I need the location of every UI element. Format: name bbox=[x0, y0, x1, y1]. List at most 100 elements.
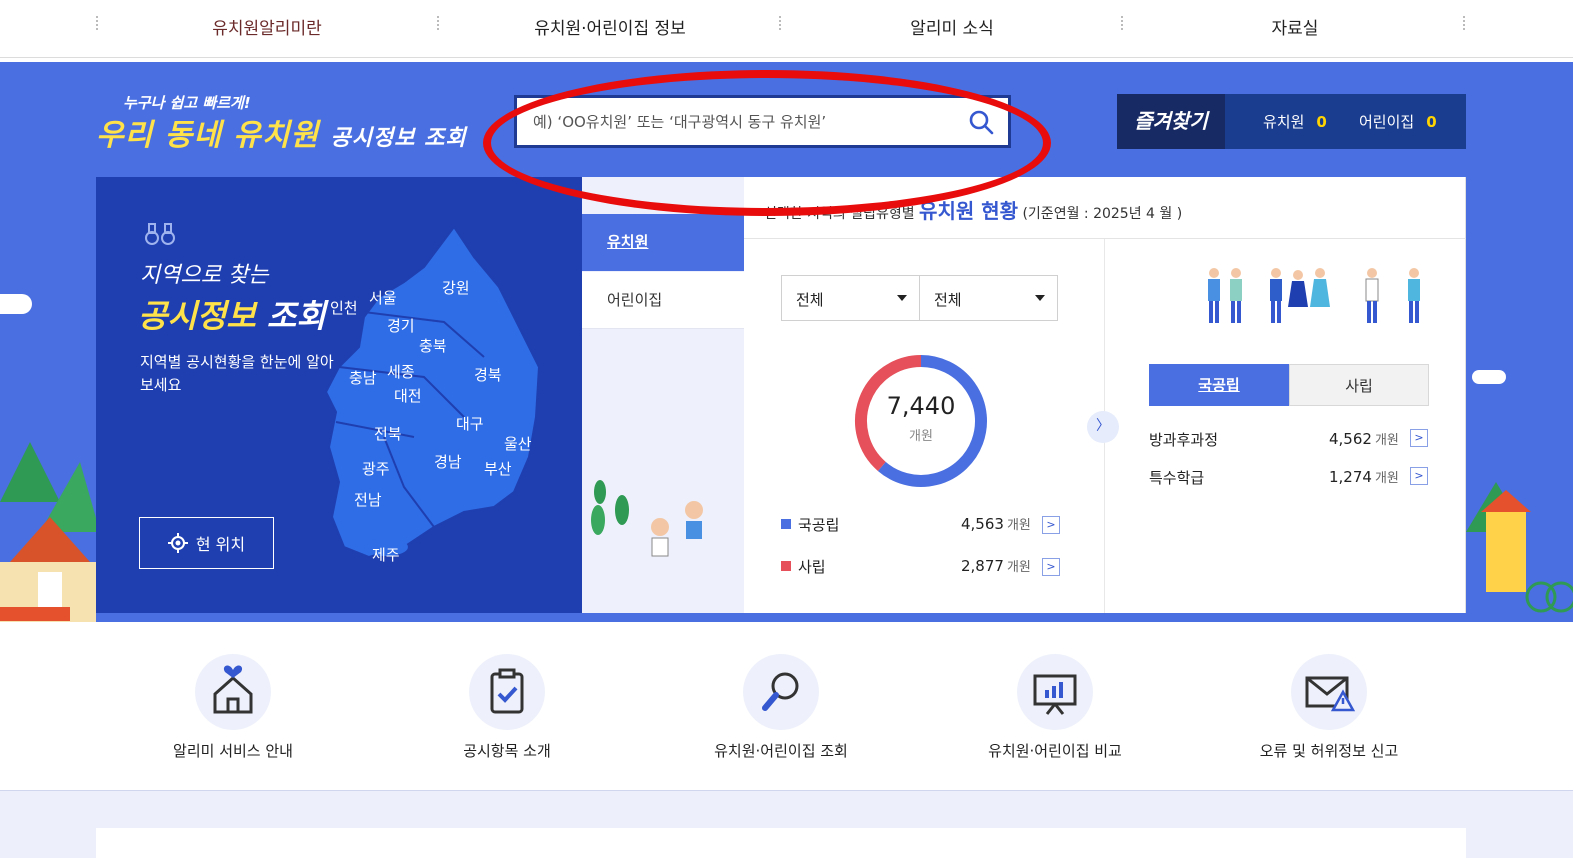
quick-disclosure-items-circle bbox=[469, 654, 545, 730]
nav-item-info[interactable]: 유치원·어린이집 정보 bbox=[460, 14, 760, 39]
top-navigation: 유치원알리미란 유치원·어린이집 정보 알리미 소식 자료실 bbox=[0, 0, 1573, 58]
left-school-illustration bbox=[0, 442, 100, 622]
region-select-1[interactable]: 전체 bbox=[781, 275, 920, 321]
current-location-label: 현 위치 bbox=[195, 535, 246, 554]
mail-warning-icon bbox=[1305, 676, 1356, 712]
region-sejong[interactable]: 세종 bbox=[387, 361, 415, 382]
magnifier-icon bbox=[762, 672, 799, 711]
region-gyeongbuk[interactable]: 경북 bbox=[474, 364, 502, 385]
right-playground-illustration bbox=[1466, 482, 1573, 613]
quick-service-guide-label: 알리미 서비스 안내 bbox=[173, 742, 293, 760]
region-daegu[interactable]: 대구 bbox=[456, 413, 484, 434]
quick-search[interactable]: 유치원·어린이집 조회 bbox=[671, 654, 891, 761]
map-title-line2: 공시정보 조회 bbox=[138, 291, 326, 337]
tab-kindergarten[interactable]: 유치원 bbox=[582, 214, 744, 271]
quick-search-circle bbox=[743, 654, 819, 730]
tab-public[interactable]: 국공립 bbox=[1149, 364, 1289, 406]
footer-card bbox=[96, 828, 1466, 858]
nav-separator bbox=[1121, 16, 1123, 30]
favorites-kindergarten[interactable]: 유치원 0 bbox=[1263, 111, 1327, 132]
stats-heading-prefix: 선택한 지역의 설립유형별 bbox=[764, 206, 915, 222]
program-special-more-button[interactable]: > bbox=[1410, 467, 1428, 485]
search-box bbox=[514, 95, 1011, 148]
search-icon[interactable] bbox=[968, 109, 994, 135]
region-select-2[interactable]: 전체 bbox=[919, 275, 1058, 321]
legend-row-private: 사립 2,877 개원 bbox=[781, 556, 1061, 577]
legend-value-private-unit: 개원 bbox=[1006, 560, 1031, 575]
region-chungbuk[interactable]: 충북 bbox=[419, 335, 447, 356]
current-location-button[interactable]: 현 위치 bbox=[139, 517, 274, 569]
donut-slice-public bbox=[877, 355, 987, 487]
region-jeonbuk[interactable]: 전북 bbox=[374, 423, 402, 444]
legend-value-public: 4,563 개원 bbox=[961, 514, 1031, 533]
stats-heading: 선택한 지역의 설립유형별 유치원 현황 (기준연월 : 2025년 4 월 ) bbox=[764, 195, 1182, 224]
nav-separator bbox=[1463, 16, 1465, 30]
region-select-2-value: 전체 bbox=[934, 291, 962, 309]
region-select-1-value: 전체 bbox=[796, 291, 824, 309]
nav-separator bbox=[779, 16, 781, 30]
legend-value-private: 2,877 개원 bbox=[961, 556, 1031, 575]
region-jeju[interactable]: 제주 bbox=[372, 544, 400, 565]
nav-separator bbox=[437, 16, 439, 30]
nav-item-library[interactable]: 자료실 bbox=[1145, 14, 1445, 39]
region-gyeonggi[interactable]: 경기 bbox=[387, 315, 415, 336]
favorites-daycare[interactable]: 어린이집 0 bbox=[1359, 111, 1437, 132]
favorites-kindergarten-count: 0 bbox=[1316, 113, 1327, 131]
program-label-afterschool: 방과후과정 bbox=[1149, 431, 1219, 449]
next-slide-button[interactable]: 〉 bbox=[1087, 411, 1119, 443]
favorites-title[interactable]: 즐겨찾기 bbox=[1117, 94, 1225, 149]
slogan-big-main: 우리 동네 유치원 bbox=[96, 118, 320, 153]
quick-compare-label: 유치원·어린이집 비교 bbox=[988, 742, 1122, 760]
program-value-special: 1,274 개원 bbox=[1329, 467, 1399, 486]
tab-daycare[interactable]: 어린이집 bbox=[582, 272, 744, 329]
slogan-big: 우리 동네 유치원 공시정보 조회 bbox=[96, 110, 467, 154]
quick-report[interactable]: 오류 및 허위정보 신고 bbox=[1219, 654, 1439, 761]
tab-private[interactable]: 사립 bbox=[1289, 364, 1429, 406]
program-label-special: 특수학급 bbox=[1149, 469, 1205, 487]
search-input[interactable] bbox=[517, 98, 937, 145]
chevron-down-icon bbox=[897, 295, 907, 301]
quick-disclosure-items[interactable]: 공시항목 소개 bbox=[397, 654, 617, 761]
quick-compare-circle bbox=[1017, 654, 1093, 730]
region-jeonnam[interactable]: 전남 bbox=[354, 489, 382, 510]
region-incheon[interactable]: 인천 bbox=[330, 297, 358, 318]
quick-report-label: 오류 및 허위정보 신고 bbox=[1259, 742, 1399, 760]
chevron-down-icon bbox=[1035, 295, 1045, 301]
region-gwangju[interactable]: 광주 bbox=[362, 458, 390, 479]
nav-separator bbox=[96, 16, 98, 30]
region-seoul[interactable]: 서울 bbox=[369, 287, 397, 308]
map-title-rest: 조회 bbox=[266, 297, 326, 335]
program-value-special-number: 1,274 bbox=[1329, 468, 1372, 486]
home-heart-icon bbox=[213, 665, 253, 714]
legend-value-private-number: 2,877 bbox=[961, 557, 1004, 575]
program-row-afterschool: 방과후과정 4,562 개원 bbox=[1149, 429, 1429, 450]
favorites-kindergarten-label: 유치원 bbox=[1263, 113, 1305, 131]
legend-swatch-public bbox=[781, 518, 791, 529]
program-afterschool-more-button[interactable]: > bbox=[1410, 429, 1428, 447]
stats-heading-date: (기준연월 : 2025년 4 월 ) bbox=[1022, 206, 1183, 222]
program-value-special-unit: 개원 bbox=[1374, 471, 1399, 486]
stats-panel: 선택한 지역의 설립유형별 유치원 현황 (기준연월 : 2025년 4 월 )… bbox=[744, 177, 1466, 613]
quick-service-guide-circle bbox=[195, 654, 271, 730]
program-value-afterschool: 4,562 개원 bbox=[1329, 429, 1399, 448]
quick-service-guide[interactable]: 알리미 서비스 안내 bbox=[123, 654, 343, 761]
nav-item-news[interactable]: 알리미 소식 bbox=[802, 14, 1102, 39]
region-busan[interactable]: 부산 bbox=[484, 458, 512, 479]
region-ulsan[interactable]: 울산 bbox=[504, 433, 532, 454]
legend-label-public: 국공립 bbox=[798, 516, 840, 534]
legend-label-private: 사립 bbox=[798, 558, 826, 576]
region-gangwon[interactable]: 강원 bbox=[442, 277, 470, 298]
legend-value-public-unit: 개원 bbox=[1006, 518, 1031, 533]
nav-item-about[interactable]: 유치원알리미란 bbox=[117, 14, 417, 39]
establishment-donut-chart: 7,440 개원 bbox=[852, 352, 990, 490]
legend-private-more-button[interactable]: > bbox=[1042, 558, 1060, 576]
program-value-afterschool-number: 4,562 bbox=[1329, 430, 1372, 448]
legend-value-public-number: 4,563 bbox=[961, 515, 1004, 533]
legend-public-more-button[interactable]: > bbox=[1042, 516, 1060, 534]
region-chungnam[interactable]: 충남 bbox=[349, 367, 377, 388]
region-daejeon[interactable]: 대전 bbox=[394, 385, 422, 406]
quick-compare[interactable]: 유치원·어린이집 비교 bbox=[945, 654, 1165, 761]
region-gyeongnam[interactable]: 경남 bbox=[434, 451, 462, 472]
clipboard-check-icon bbox=[490, 668, 524, 714]
binoculars-icon bbox=[145, 223, 175, 245]
